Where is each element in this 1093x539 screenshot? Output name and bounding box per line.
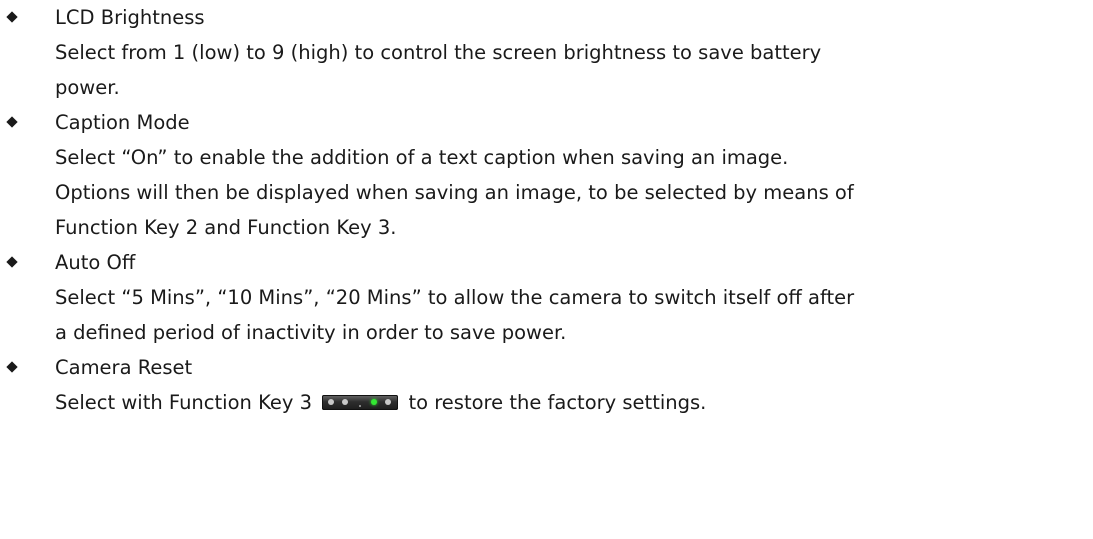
item-description-line: Select “5 Mins”, “10 Mins”, “20 Mins” to… [55,286,855,309]
manual-page: LCD Brightness Select from 1 (low) to 9 … [0,0,1093,539]
item-text-after-icon: to restore the factory settings. [408,391,707,414]
item-description-line: Options will then be displayed when savi… [55,181,854,204]
item-description-line: a defined period of inactivity in order … [55,321,567,344]
item-title: LCD Brightness [55,6,205,29]
item-description-line: Select from 1 (low) to 9 (high) to contr… [55,41,822,64]
item-title: Camera Reset [55,356,193,379]
diamond-bullet-icon [6,256,18,268]
key-led-dot-icon [342,399,349,405]
key-led-dot-icon [385,399,392,405]
key-led-active-icon [371,399,378,405]
list-item-caption-mode: Caption Mode Select “On” to enable the a… [0,105,1093,245]
function-key-3-icon [322,395,399,410]
list-item-camera-reset: Camera Reset Select with Function Key 3 … [0,350,1093,420]
diamond-bullet-icon [6,11,18,23]
item-title: Auto Off [55,251,136,274]
list-item-lcd-brightness: LCD Brightness Select from 1 (low) to 9 … [0,0,1093,105]
key-separator-icon [359,405,362,407]
item-text-before-icon: Select with Function Key 3 [55,391,313,414]
key-led-dot-icon [328,399,335,405]
list-item-auto-off: Auto Off Select “5 Mins”, “10 Mins”, “20… [0,245,1093,350]
diamond-bullet-icon [6,116,18,128]
item-description-line: Select with Function Key 3 to restore th… [55,385,1093,420]
item-description-line: power. [55,76,120,99]
item-title: Caption Mode [55,111,190,134]
item-description-line: Select “On” to enable the addition of a … [55,146,789,169]
diamond-bullet-icon [6,361,18,373]
item-description-line: Function Key 2 and Function Key 3. [55,216,397,239]
